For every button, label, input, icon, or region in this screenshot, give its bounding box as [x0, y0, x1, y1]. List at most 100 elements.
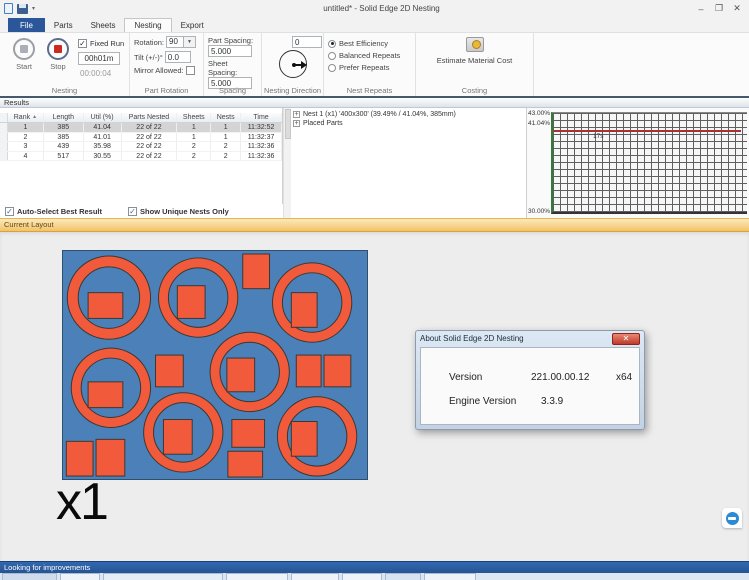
about-dialog-title: About Solid Edge 2D Nesting — [420, 334, 612, 343]
cell-length: 517 — [44, 152, 84, 161]
rotation-select[interactable]: 90 ▼ — [166, 36, 196, 48]
rect-part[interactable] — [163, 420, 192, 455]
cell-time: 11:32:36 — [241, 142, 282, 151]
expand-icon[interactable]: + — [293, 111, 300, 118]
expand-icon[interactable]: + — [293, 120, 300, 127]
taskbar-button[interactable] — [103, 573, 223, 580]
part-spacing-field[interactable] — [208, 45, 252, 57]
table-row[interactable]: 238541.0122 of 221111:32:37 — [0, 133, 282, 143]
cell-length: 385 — [44, 123, 84, 132]
duration-field[interactable] — [78, 52, 120, 65]
remote-support-icon[interactable] — [722, 508, 742, 528]
tree-item-nest[interactable]: +Nest 1 (x1) '400x300' (39.49% / 41.04%,… — [293, 111, 524, 118]
group-label-nesting-direction: Nesting Direction — [262, 86, 323, 95]
estimate-cost-icon[interactable] — [466, 37, 484, 52]
radio-icon[interactable] — [328, 40, 336, 48]
column-header-util-[interactable]: Util (%) — [84, 113, 122, 122]
radio-icon[interactable] — [328, 52, 336, 60]
tab-file[interactable]: File — [8, 18, 45, 32]
minimize-button[interactable]: – — [693, 2, 709, 15]
rect-part[interactable] — [177, 286, 205, 319]
radio-icon[interactable] — [328, 64, 336, 72]
show-unique-label: Show Unique Nests Only — [140, 207, 229, 216]
rect-part[interactable] — [227, 358, 255, 392]
taskbar-button[interactable] — [60, 573, 100, 580]
row-selector[interactable] — [0, 142, 8, 151]
chart-plot: 17s — [551, 112, 747, 214]
repeat-option-prefer-repeats[interactable]: Prefer Repeats — [328, 63, 411, 72]
tree-item-placed-parts[interactable]: +Placed Parts — [293, 120, 524, 127]
cell-rank: 1 — [8, 123, 44, 132]
sheet-count-label: x1 — [56, 476, 107, 528]
chevron-down-icon[interactable]: ▼ — [184, 36, 196, 48]
auto-select-label: Auto-Select Best Result — [17, 207, 102, 216]
row-selector[interactable] — [0, 133, 8, 142]
column-header-nests[interactable]: Nests — [211, 113, 241, 122]
table-row[interactable]: 343935.9822 of 222211:32:36 — [0, 142, 282, 152]
table-row[interactable]: 451730.5522 of 222211:32:36 — [0, 152, 282, 162]
nest-sheet[interactable] — [62, 250, 368, 480]
column-header-time[interactable]: Time — [241, 113, 282, 122]
table-scrollbar[interactable] — [283, 108, 291, 218]
rect-part[interactable] — [96, 439, 125, 476]
version-value: 221.00.00.12 — [531, 372, 589, 383]
cell-parts-nested: 22 of 22 — [122, 142, 178, 151]
column-header-sheets[interactable]: Sheets — [177, 113, 211, 122]
column-header-parts-nested[interactable]: Parts Nested — [122, 113, 178, 122]
repeat-option-best-efficiency[interactable]: Best Efficiency — [328, 39, 411, 48]
tab-nesting[interactable]: Nesting — [124, 18, 171, 32]
direction-angle-field[interactable] — [292, 36, 322, 48]
row-selector[interactable] — [0, 123, 8, 132]
ribbon-group-nest-repeats: Best Efficiency Balanced Repeats Prefer Re… — [324, 33, 416, 96]
rect-part[interactable] — [228, 451, 263, 477]
rect-part[interactable] — [66, 441, 93, 476]
engine-version-label: Engine Version — [449, 396, 541, 407]
tab-export[interactable]: Export — [172, 18, 213, 32]
taskbar-button[interactable] — [2, 573, 57, 580]
rect-part[interactable] — [291, 422, 317, 457]
table-row[interactable]: 138541.0422 of 221111:32:52 — [0, 123, 282, 133]
qat-dropdown-icon[interactable]: ▾ — [32, 5, 35, 12]
estimate-cost-button[interactable]: Estimate Material Cost — [437, 56, 512, 65]
version-label: Version — [449, 372, 531, 383]
start-button[interactable] — [13, 38, 35, 60]
direction-dial-icon[interactable] — [279, 50, 307, 78]
taskbar-button[interactable] — [424, 573, 476, 580]
tilt-field[interactable] — [165, 51, 191, 63]
title-bar: ▾ untitled* - Solid Edge 2D Nesting – ❐ … — [0, 0, 749, 17]
rect-part[interactable] — [243, 254, 270, 289]
rect-part[interactable] — [291, 293, 317, 328]
rect-part[interactable] — [156, 355, 184, 387]
taskbar-button[interactable] — [342, 573, 382, 580]
table-header-row: Rank▲LengthUtil (%)Parts NestedSheetsNes… — [0, 113, 282, 123]
auto-select-checkbox[interactable] — [5, 207, 14, 216]
rect-part[interactable] — [88, 382, 123, 408]
repeat-option-balanced-repeats[interactable]: Balanced Repeats — [328, 51, 411, 60]
stop-button[interactable] — [47, 38, 69, 60]
taskbar-button[interactable] — [291, 573, 339, 580]
cell-time: 11:32:37 — [241, 133, 282, 142]
save-icon[interactable] — [17, 4, 28, 14]
current-layout-header: Current Layout — [0, 218, 749, 232]
show-unique-checkbox[interactable] — [128, 207, 137, 216]
restore-button[interactable]: ❐ — [711, 2, 727, 15]
column-header-length[interactable]: Length — [44, 113, 84, 122]
tab-parts[interactable]: Parts — [45, 18, 82, 32]
column-header-rank[interactable]: Rank▲ — [8, 113, 44, 122]
taskbar-button[interactable] — [226, 573, 288, 580]
rect-part[interactable] — [324, 355, 351, 387]
rect-part[interactable] — [88, 293, 123, 319]
cell-length: 385 — [44, 133, 84, 142]
new-document-icon[interactable] — [4, 3, 13, 14]
results-options: Auto-Select Best Result Show Unique Nest… — [0, 204, 283, 218]
mirror-allowed-checkbox[interactable] — [186, 66, 195, 75]
cell-util-: 41.04 — [84, 123, 122, 132]
row-selector[interactable] — [0, 152, 8, 161]
about-close-button[interactable]: ✕ — [612, 333, 640, 345]
tab-sheets[interactable]: Sheets — [82, 18, 125, 32]
close-button[interactable]: ✕ — [729, 2, 745, 15]
taskbar-button[interactable] — [385, 573, 421, 580]
rect-part[interactable] — [232, 420, 265, 448]
fixed-run-checkbox[interactable] — [78, 39, 87, 48]
rect-part[interactable] — [296, 355, 321, 387]
